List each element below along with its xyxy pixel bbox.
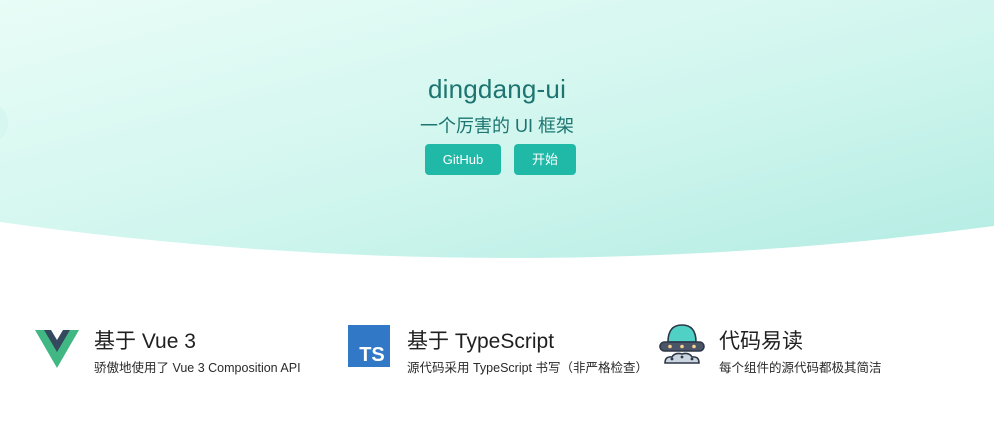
feature-description: 每个组件的源代码都极其简洁 bbox=[719, 361, 882, 375]
feature-title: 基于 TypeScript bbox=[407, 330, 555, 353]
ufo-icon bbox=[659, 324, 705, 364]
start-button[interactable]: 开始 bbox=[514, 144, 576, 175]
hero-section: dingdang-ui 一个厉害的 UI 框架 GitHub 开始 bbox=[0, 0, 994, 260]
landing-page: dingdang-ui 一个厉害的 UI 框架 GitHub 开始 基于 Vue… bbox=[0, 0, 994, 436]
feature-description: 骄傲地使用了 Vue 3 Composition API bbox=[94, 361, 301, 375]
typescript-logo-icon: TS bbox=[348, 325, 390, 367]
vue-logo-icon bbox=[35, 330, 79, 368]
feature-readable: 代码易读 每个组件的源代码都极其简洁 bbox=[657, 322, 957, 382]
github-button[interactable]: GitHub bbox=[425, 144, 501, 175]
feature-description: 源代码采用 TypeScript 书写（非严格检查） bbox=[407, 361, 648, 375]
page-subtitle: 一个厉害的 UI 框架 bbox=[419, 116, 574, 136]
feature-vue: 基于 Vue 3 骄傲地使用了 Vue 3 Composition API bbox=[34, 322, 324, 382]
feature-typescript: TS 基于 TypeScript 源代码采用 TypeScript 书写（非严格… bbox=[347, 322, 657, 382]
page-title: dingdang-ui bbox=[427, 74, 567, 104]
feature-title: 代码易读 bbox=[719, 330, 803, 353]
typescript-logo-text: TS bbox=[359, 344, 385, 366]
feature-title: 基于 Vue 3 bbox=[94, 330, 196, 353]
